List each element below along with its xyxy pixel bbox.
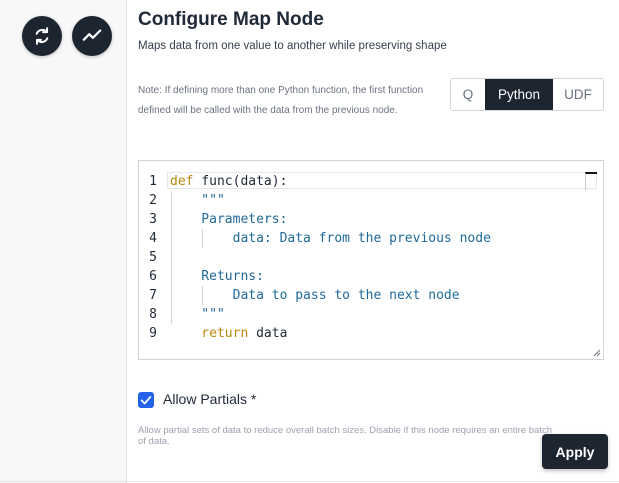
- code-token: data: Data from the previous node: [170, 231, 491, 246]
- code-line: 1 def func(data):: [139, 172, 579, 191]
- line-code: """: [170, 191, 225, 210]
- refresh-button[interactable]: [22, 16, 62, 56]
- page-subtitle: Maps data from one value to another whil…: [138, 40, 447, 52]
- code-token: Returns:: [170, 269, 264, 284]
- line-number: 7: [149, 288, 157, 303]
- language-option-udf[interactable]: UDF: [553, 79, 603, 110]
- code-line: 2 """: [139, 191, 579, 210]
- line-code: Returns:: [170, 267, 264, 286]
- allow-partials-checkbox[interactable]: [138, 392, 154, 408]
- language-option-q[interactable]: Q: [451, 79, 485, 110]
- config-panel: Configure Map Node Maps data from one va…: [127, 0, 619, 483]
- line-code: def func(data):: [170, 172, 287, 191]
- line-code: """: [170, 305, 225, 324]
- line-code: Parameters:: [170, 210, 287, 229]
- code-line: 9 return data: [139, 324, 579, 343]
- code-line: 6 Returns:: [139, 267, 579, 286]
- left-panel: [0, 0, 127, 483]
- code-token: func(data):: [201, 174, 288, 189]
- code-line: 7 Data to pass to the next node: [139, 286, 579, 305]
- trend-line-icon: [82, 29, 102, 41]
- python-note: Note: If defining more than one Python f…: [138, 85, 424, 116]
- line-number: 3: [149, 212, 157, 227]
- code-token: """: [170, 307, 225, 322]
- apply-button[interactable]: Apply: [542, 434, 608, 469]
- code-line: 5: [139, 248, 579, 267]
- line-number: 9: [149, 326, 157, 341]
- line-number: 5: [149, 250, 157, 265]
- refresh-icon: [35, 27, 49, 45]
- line-number: 8: [149, 307, 157, 322]
- line-number: 1: [149, 174, 157, 189]
- resize-grip-icon[interactable]: [593, 349, 601, 357]
- code-line: 8 """: [139, 305, 579, 324]
- code-token: return: [170, 326, 257, 341]
- line-code: Data to pass to the next node: [170, 286, 460, 305]
- language-toggle: Q Python UDF: [450, 78, 604, 111]
- allow-partials-help: Allow partial sets of data to reduce ove…: [138, 425, 553, 447]
- trend-button[interactable]: [72, 16, 112, 56]
- line-number: 6: [149, 269, 157, 284]
- code-line: 4 data: Data from the previous node: [139, 229, 579, 248]
- code-token: """: [170, 193, 225, 208]
- language-option-python[interactable]: Python: [485, 79, 553, 110]
- line-number: 2: [149, 193, 157, 208]
- page-title: Configure Map Node: [138, 9, 324, 30]
- line-code: return data: [170, 324, 287, 343]
- editor-minimap[interactable]: [585, 172, 597, 190]
- code-token: def: [170, 174, 202, 189]
- code-token: data: [256, 326, 288, 341]
- line-code: data: Data from the previous node: [170, 229, 491, 248]
- code-editor[interactable]: 1 def func(data): 2 """ 3 Parameters: 4 data…: [138, 160, 604, 360]
- line-number: 4: [149, 231, 157, 246]
- check-icon: [140, 396, 152, 405]
- code-line: 3 Parameters:: [139, 210, 579, 229]
- code-token: Parameters:: [170, 212, 288, 227]
- code-token: Data to pass to the next node: [170, 288, 460, 303]
- divider: [0, 481, 619, 482]
- allow-partials-label[interactable]: Allow Partials *: [163, 391, 256, 407]
